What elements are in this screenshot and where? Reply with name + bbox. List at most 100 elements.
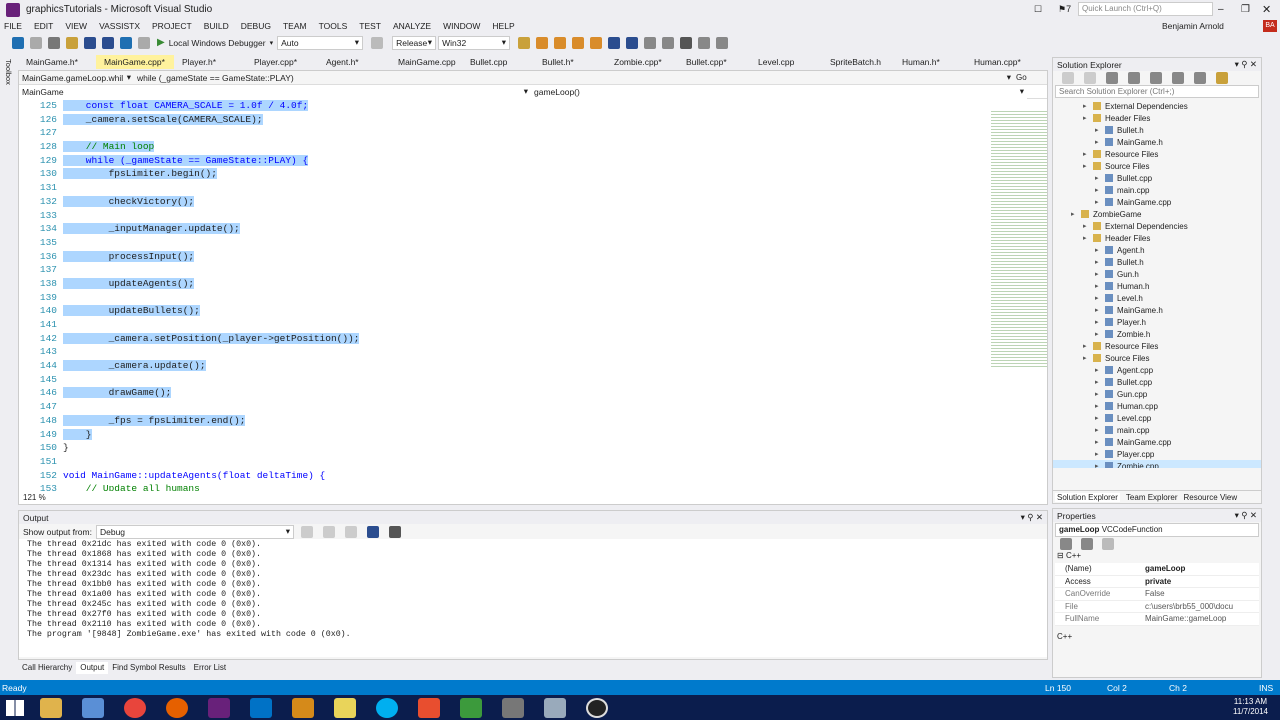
menu-team[interactable]: TEAM [283, 21, 307, 31]
pin-icon[interactable]: ▾ ⚲ ✕ [1235, 59, 1257, 70]
menu-help[interactable]: HELP [492, 21, 514, 31]
va-icon[interactable] [536, 36, 549, 49]
code-area[interactable]: 125 const float CAMERA_SCALE = 1.0f / 4.… [19, 99, 989, 491]
tree-item[interactable]: ▸ Human.cpp [1053, 400, 1261, 412]
open-file-icon[interactable] [66, 36, 78, 49]
firefox-icon[interactable] [166, 697, 188, 718]
expand-arrow-icon[interactable]: ▸ [1083, 234, 1093, 242]
va-icon-2[interactable] [554, 36, 567, 49]
tree-item[interactable]: ▸ Zombie.h [1053, 328, 1261, 340]
save-icon[interactable] [84, 36, 96, 49]
menu-test[interactable]: TEST [359, 21, 381, 31]
toolbox-tab[interactable]: Toolbox [4, 59, 13, 85]
code-minimap[interactable] [991, 109, 1047, 369]
file-nav-select[interactable]: MainGame.gameLoop.whil ▾ [19, 71, 134, 85]
categorized-icon[interactable] [1060, 538, 1072, 550]
menu-tools[interactable]: TOOLS [319, 21, 348, 31]
tree-item[interactable]: ▸ MainGame.cpp [1053, 436, 1261, 448]
tab-9[interactable]: Bullet.cpp* [678, 55, 750, 69]
app-icon[interactable] [292, 697, 314, 718]
user-name[interactable]: Benjamin Arnold [1162, 21, 1224, 31]
va-icon-3[interactable] [572, 36, 585, 49]
expand-arrow-icon[interactable]: ▸ [1095, 378, 1105, 386]
find-icon[interactable] [518, 36, 531, 49]
sync-icon[interactable] [1128, 72, 1140, 84]
tab-12[interactable]: Human.h* [894, 55, 966, 69]
expand-arrow-icon[interactable]: ▸ [1095, 186, 1105, 194]
collapse-icon[interactable] [1150, 72, 1162, 84]
tree-item[interactable]: ▸ Source Files [1053, 352, 1261, 364]
close-icon[interactable]: ▾ ⚲ ✕ [1235, 510, 1257, 521]
se-tab-1[interactable]: Team Explorer [1126, 493, 1178, 502]
expand-arrow-icon[interactable]: ▸ [1095, 270, 1105, 278]
scope-nav-select[interactable]: while (_gameState == GameState::PLAY) ▾ [134, 71, 1014, 85]
tree-item[interactable]: ▸ ZombieGame [1053, 208, 1261, 220]
tab-6[interactable]: Bullet.cpp [462, 55, 534, 69]
expand-arrow-icon[interactable]: ▸ [1083, 342, 1093, 350]
class-nav-select[interactable]: MainGame ▾ [19, 84, 531, 99]
tree-item[interactable]: ▸ Player.cpp [1053, 448, 1261, 460]
va-icon-4[interactable] [590, 36, 603, 49]
start-debug-icon[interactable]: ▶ [157, 37, 165, 48]
tool-icon[interactable] [502, 697, 524, 718]
menu-view[interactable]: VIEW [65, 21, 87, 31]
tree-item[interactable]: ▸ MainGame.h [1053, 304, 1261, 316]
se-tab-2[interactable]: Resource View [1184, 493, 1238, 502]
new-project-icon[interactable] [48, 36, 60, 49]
property-row[interactable]: FullName MainGame::gameLoop [1055, 613, 1259, 626]
next-message-icon[interactable] [344, 525, 357, 538]
tab-13[interactable]: Human.cpp* [966, 55, 1038, 69]
file-explorer-icon[interactable] [40, 697, 62, 718]
find-message-icon[interactable] [300, 525, 313, 538]
menu-edit[interactable]: EDIT [34, 21, 53, 31]
menu-file[interactable]: FILE [4, 21, 22, 31]
back-icon[interactable] [12, 36, 24, 49]
outdent-icon[interactable] [662, 36, 675, 49]
save-all-icon[interactable] [102, 36, 114, 49]
clear-all-icon[interactable] [366, 525, 379, 538]
expand-arrow-icon[interactable]: ▸ [1095, 126, 1105, 134]
tree-item[interactable]: ▸ Resource Files [1053, 148, 1261, 160]
maximize-button[interactable]: ❐ [1241, 4, 1250, 15]
expand-arrow-icon[interactable]: ▸ [1095, 438, 1105, 446]
undo-icon[interactable] [120, 36, 132, 49]
tree-item[interactable]: ▸ Level.cpp [1053, 412, 1261, 424]
se-tab-0[interactable]: Solution Explorer [1055, 492, 1120, 502]
expand-arrow-icon[interactable]: ▸ [1095, 282, 1105, 290]
tree-item[interactable]: ▸ Gun.cpp [1053, 388, 1261, 400]
tree-item[interactable]: ▸ Agent.h [1053, 244, 1261, 256]
tree-item[interactable]: ▸ MainGame.h [1053, 136, 1261, 148]
refresh-icon[interactable] [371, 36, 384, 49]
menu-window[interactable]: WINDOW [443, 21, 480, 31]
expand-arrow-icon[interactable]: ▸ [1095, 426, 1105, 434]
tab-8[interactable]: Zombie.cpp* [606, 55, 678, 69]
folder-icon[interactable] [334, 697, 356, 718]
expand-arrow-icon[interactable]: ▸ [1095, 414, 1105, 422]
expand-arrow-icon[interactable]: ▸ [1095, 462, 1105, 468]
bookmark-next-icon[interactable] [716, 36, 729, 49]
tree-item[interactable]: ▸ Resource Files [1053, 340, 1261, 352]
expand-arrow-icon[interactable]: ▸ [1095, 390, 1105, 398]
minimize-button[interactable]: ‒ [1218, 4, 1224, 15]
menu-vassistx[interactable]: VASSISTX [99, 21, 140, 31]
bookmark-prev-icon[interactable] [698, 36, 711, 49]
tree-item[interactable]: ▸ Header Files [1053, 232, 1261, 244]
tree-item[interactable]: ▸ Human.h [1053, 280, 1261, 292]
output-source-select[interactable]: Debug ▾ [95, 524, 294, 539]
notifications-icon[interactable]: ⚑7 [1058, 4, 1071, 15]
expand-arrow-icon[interactable]: ▸ [1083, 102, 1093, 110]
zoom-level[interactable]: 121 % [19, 492, 50, 503]
git-icon[interactable] [418, 697, 440, 718]
build-config-select[interactable]: Release ▾ [392, 35, 437, 50]
start-icon[interactable] [6, 699, 24, 716]
expand-arrow-icon[interactable]: ▸ [1095, 450, 1105, 458]
notepad-icon[interactable] [460, 697, 482, 718]
bottom-tab-0[interactable]: Call Hierarchy [18, 662, 76, 674]
tree-item[interactable]: ▸ main.cpp [1053, 424, 1261, 436]
platform-select[interactable]: Win32 ▾ [438, 35, 511, 50]
tab-10[interactable]: Level.cpp [750, 55, 822, 69]
solution-search-input[interactable]: Search Solution Explorer (Ctrl+;) [1055, 85, 1259, 98]
expand-arrow-icon[interactable]: ▸ [1095, 258, 1105, 266]
chrome-icon[interactable] [124, 697, 146, 718]
expand-arrow-icon[interactable]: ▸ [1095, 318, 1105, 326]
